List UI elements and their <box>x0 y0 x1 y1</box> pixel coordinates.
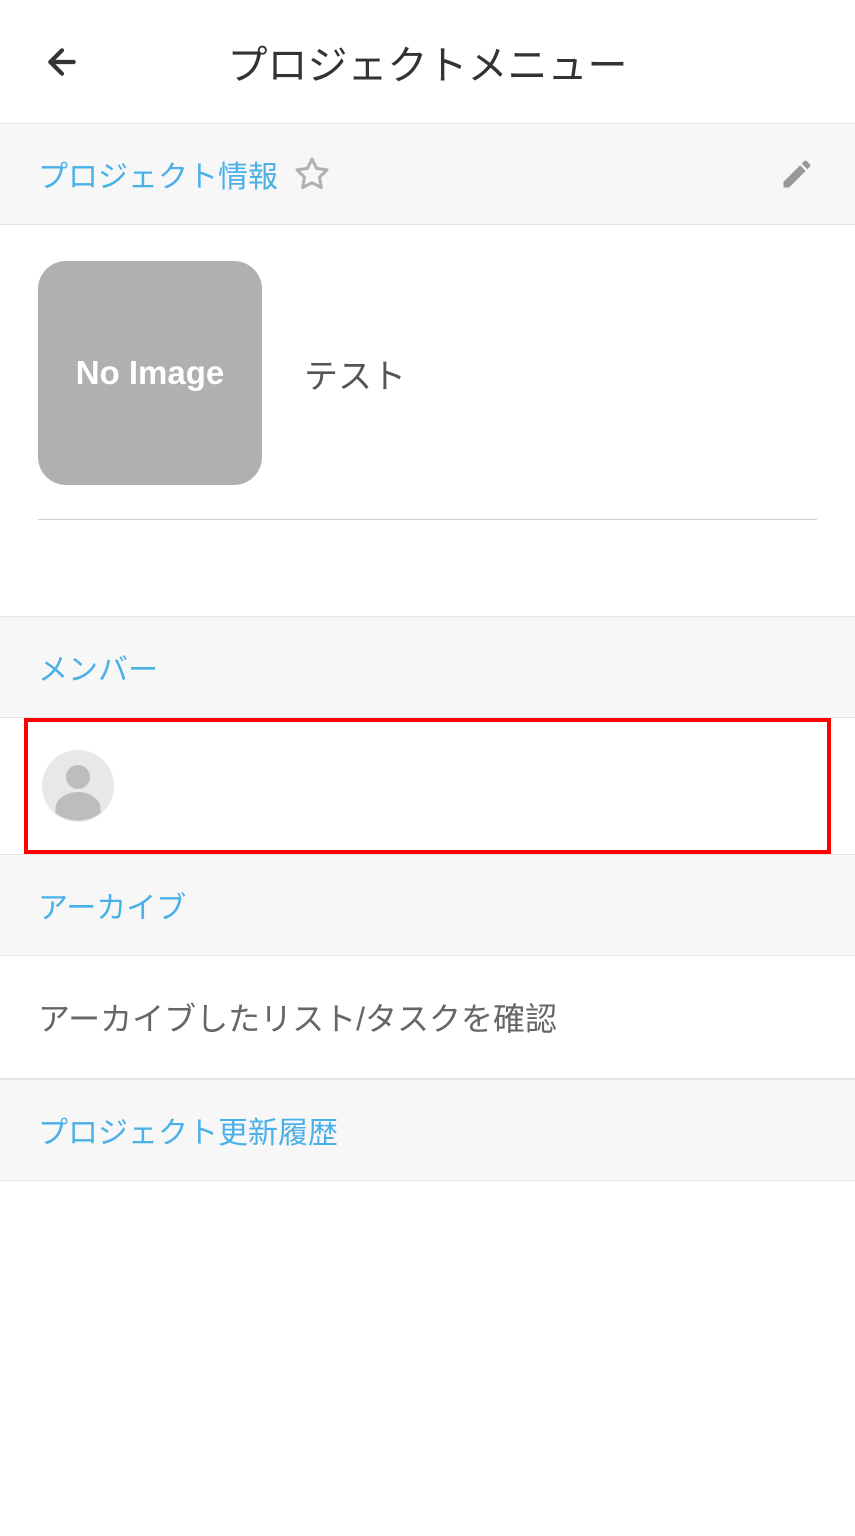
history-section-header[interactable]: プロジェクト更新履歴 <box>0 1079 855 1181</box>
project-name: テスト <box>304 349 406 398</box>
members-title: メンバー <box>38 654 158 687</box>
archive-description: アーカイブしたリスト/タスクを確認 <box>38 1001 557 1037</box>
history-title: プロジェクト更新履歴 <box>38 1117 338 1150</box>
edit-button[interactable] <box>777 154 817 194</box>
arrow-left-icon <box>42 42 82 82</box>
project-info-title: プロジェクト情報 <box>38 152 278 196</box>
project-info-body: No Image テスト <box>0 225 855 520</box>
app-header: プロジェクトメニュー <box>0 0 855 124</box>
page-title: プロジェクトメニュー <box>84 33 771 91</box>
member-row[interactable] <box>24 718 831 854</box>
favorite-button[interactable] <box>294 156 330 192</box>
archive-title: アーカイブ <box>38 892 186 925</box>
archive-section-header: アーカイブ <box>0 854 855 956</box>
member-avatar <box>42 750 114 822</box>
back-button[interactable] <box>40 40 84 84</box>
members-section-header: メンバー <box>0 616 855 718</box>
project-row: No Image テスト <box>38 261 817 485</box>
pencil-icon <box>779 156 815 192</box>
spacer <box>0 520 855 616</box>
project-image-placeholder: No Image <box>38 261 262 485</box>
person-icon <box>42 750 114 822</box>
star-icon <box>294 156 330 192</box>
project-info-section-header: プロジェクト情報 <box>0 124 855 225</box>
archive-row[interactable]: アーカイブしたリスト/タスクを確認 <box>0 956 855 1079</box>
